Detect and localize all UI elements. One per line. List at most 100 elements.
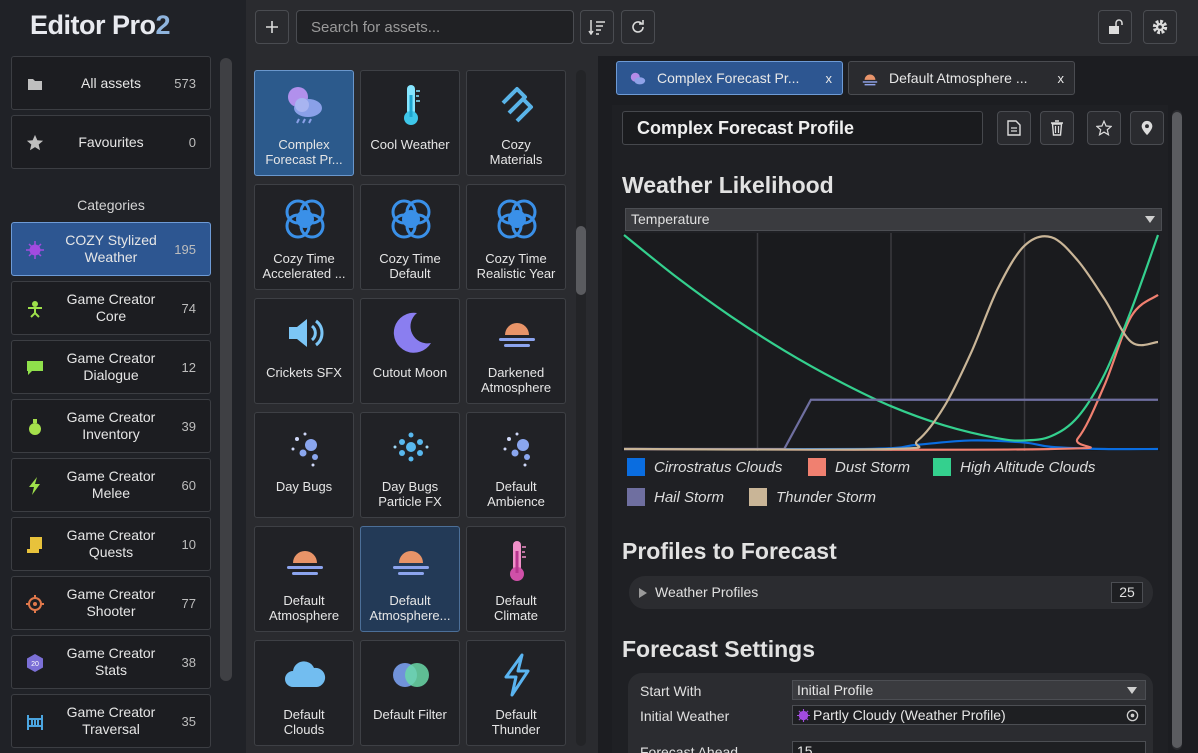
unlock-icon (1109, 19, 1123, 34)
all-assets-count: 573 (174, 75, 196, 91)
asset-label: Default Atmosphere... (369, 593, 451, 623)
duplicate-button[interactable] (997, 111, 1031, 145)
category-label: Game Creator Melee (66, 468, 156, 501)
asset-tile[interactable]: Crickets SFX (254, 298, 354, 404)
atmosphere-icon (389, 539, 433, 583)
thunder-icon (495, 653, 539, 697)
app-logo: Editor Pro2 (30, 10, 171, 40)
legend-label: Hail Storm (654, 488, 725, 506)
start-with-dropdown[interactable]: Initial Profile (792, 680, 1146, 700)
asset-label: Crickets SFX (266, 365, 342, 380)
sidebar-category-item[interactable]: 20 Game Creator Stats 38 (11, 635, 211, 689)
sidebar-category-item[interactable]: Game Creator Dialogue 12 (11, 340, 211, 394)
sidebar-category-item[interactable]: Game Creator Core 74 (11, 281, 211, 335)
asset-label: Cozy Time Default (379, 251, 441, 281)
tab-close-button[interactable]: x (826, 71, 833, 86)
weather-orb-icon (26, 241, 44, 259)
categories-heading: Categories (77, 197, 145, 213)
initial-weather-field[interactable]: Partly Cloudy (Weather Profile) (792, 705, 1146, 725)
asset-tile[interactable]: Cozy Materials (466, 70, 566, 176)
weather-likelihood-chart[interactable] (622, 233, 1160, 451)
category-count: 77 (181, 595, 196, 611)
asset-tile[interactable]: Default Atmosphere (254, 526, 354, 632)
asset-tile[interactable]: Cool Weather (360, 70, 460, 176)
asset-label: Cool Weather (370, 137, 450, 152)
foldout-arrow-icon[interactable] (639, 588, 647, 598)
category-label: COZY Stylized Weather (65, 232, 157, 265)
sidebar-category-item[interactable]: Game Creator Inventory 39 (11, 399, 211, 453)
sidebar-category-item[interactable]: COZY Stylized Weather 195 (11, 222, 211, 276)
app-window: Editor Pro2 All assets 573 Favourites 0 … (0, 0, 1198, 753)
favourite-button[interactable] (1087, 111, 1121, 145)
asset-tile[interactable]: Default Thunder (466, 640, 566, 746)
weather-profiles-count[interactable]: 25 (1111, 582, 1143, 603)
svg-text:20: 20 (31, 661, 39, 668)
settings-button[interactable] (1143, 10, 1177, 44)
asset-tile[interactable]: Default Clouds (254, 640, 354, 746)
asset-tile[interactable]: Cozy Time Realistic Year (466, 184, 566, 290)
object-picker-icon[interactable] (1126, 709, 1139, 722)
legend-item: Dust Storm (808, 458, 910, 476)
sidebar-category-item[interactable]: Game Creator Traversal 35 (11, 694, 211, 748)
delete-button[interactable] (1040, 111, 1074, 145)
tab-close-button[interactable]: x (1058, 71, 1065, 86)
grid-scroll-track[interactable] (576, 70, 586, 746)
asset-label: Default Thunder (491, 707, 541, 737)
sidebar-category-item[interactable]: Game Creator Melee 60 (11, 458, 211, 512)
atmosphere-icon (495, 311, 539, 355)
asset-tile[interactable]: Day Bugs Particle FX (360, 412, 460, 518)
legend-swatch (627, 488, 645, 506)
asset-label: Darkened Atmosphere (480, 365, 552, 395)
asset-label: Default Clouds (283, 707, 325, 737)
category-label: Game Creator Traversal (66, 704, 156, 737)
tab-default-atmosphere[interactable]: Default Atmosphere ... x (848, 61, 1075, 95)
weather-orb-icon (797, 709, 810, 722)
legend-label: Cirrostratus Clouds (654, 458, 783, 476)
all-assets-button[interactable]: All assets 573 (11, 56, 211, 110)
sort-button[interactable] (580, 10, 614, 44)
sidebar-category-item[interactable]: Game Creator Shooter 77 (11, 576, 211, 630)
category-count: 74 (181, 300, 196, 316)
moon-icon (389, 311, 433, 355)
inspector-scrollbar[interactable] (1172, 112, 1182, 748)
asset-tile[interactable]: Default Filter (360, 640, 460, 746)
asset-tile[interactable]: Darkened Atmosphere (466, 298, 566, 404)
likelihood-dropdown[interactable]: Temperature (625, 208, 1162, 231)
asset-tile[interactable]: Cozy Time Accelerated ... (254, 184, 354, 290)
sidebar-category-item[interactable]: Game Creator Quests 10 (11, 517, 211, 571)
locate-button[interactable] (1130, 111, 1164, 145)
weather-likelihood-heading: Weather Likelihood (622, 172, 834, 198)
speech-bubble-icon (26, 359, 44, 377)
asset-label: Cozy Time Accelerated ... (262, 251, 346, 281)
profile-name-field[interactable] (622, 111, 983, 145)
tab-complex-forecast[interactable]: Complex Forecast Pr... x (616, 61, 843, 95)
materials-icon (495, 83, 539, 127)
asset-tile[interactable]: Cutout Moon (360, 298, 460, 404)
refresh-button[interactable] (621, 10, 655, 44)
asset-tile[interactable]: Default Atmosphere... (360, 526, 460, 632)
folder-icon (26, 75, 44, 93)
legend-label: Dust Storm (835, 458, 911, 476)
weather-profiles-label: Weather Profiles (655, 584, 759, 600)
add-button[interactable] (255, 10, 289, 44)
grid-scrollbar[interactable] (576, 226, 586, 295)
sidebar: Editor Pro2 All assets 573 Favourites 0 … (0, 0, 246, 753)
search-input[interactable] (296, 10, 574, 44)
forecast-ahead-field[interactable]: 15 (792, 741, 1146, 753)
trash-icon (1051, 120, 1063, 136)
category-label: Game Creator Stats (66, 645, 156, 678)
favourites-button[interactable]: Favourites 0 (11, 115, 211, 169)
asset-tile[interactable]: Default Ambience (466, 412, 566, 518)
favourites-count: 0 (188, 134, 196, 150)
lock-button[interactable] (1098, 10, 1132, 44)
legend-swatch (933, 458, 951, 476)
category-count: 38 (181, 654, 196, 670)
sidebar-scrollbar[interactable] (220, 58, 232, 681)
scroll-icon (26, 536, 44, 554)
asset-tile[interactable]: Cozy Time Default (360, 184, 460, 290)
asset-tile[interactable]: Day Bugs (254, 412, 354, 518)
asset-label: Cozy Time Realistic Year (476, 251, 556, 281)
asset-tile[interactable]: Default Climate (466, 526, 566, 632)
asset-tile[interactable]: Complex Forecast Pr... (254, 70, 354, 176)
legend-swatch (627, 458, 645, 476)
